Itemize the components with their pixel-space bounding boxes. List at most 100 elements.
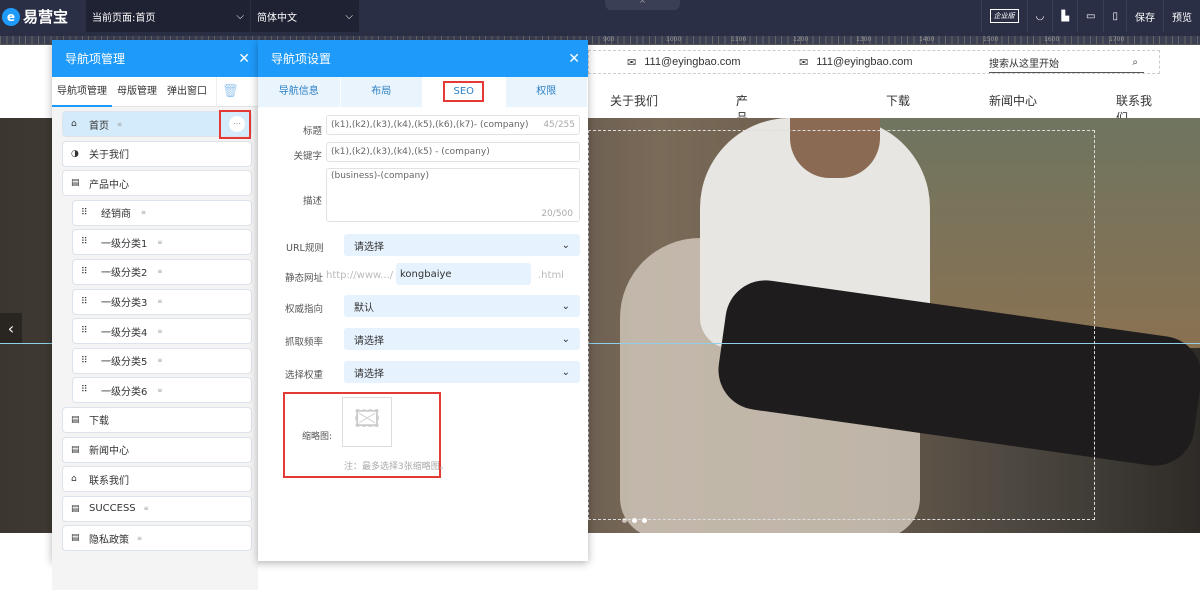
close-icon[interactable]: ✕ xyxy=(568,51,580,67)
url-rule-select[interactable]: 请选择 ⌄ xyxy=(344,234,580,256)
nav-list-item[interactable]: ▤ 产品中心 xyxy=(62,170,252,197)
nav-item-label: 一级分类4 xyxy=(101,327,148,339)
ruler-label: 1200 xyxy=(793,36,809,43)
nav-list-item[interactable]: ⠿ 一级分类4 ≡ xyxy=(72,318,252,345)
site-search-input[interactable]: 搜索从这里开始 ⌕ xyxy=(989,53,1144,73)
site-nav-item[interactable]: 下载 xyxy=(886,92,910,109)
edit-icon[interactable]: ≡ xyxy=(141,209,146,216)
edit-icon[interactable]: ≡ xyxy=(157,328,162,335)
page-icon: ⌂ xyxy=(71,474,77,485)
selection-outline xyxy=(588,130,1095,520)
trash-icon[interactable]: 🗑 xyxy=(216,76,244,107)
preview-button[interactable]: 预览 xyxy=(1163,0,1200,32)
nav-list-item[interactable]: ▤ 新闻中心 xyxy=(62,436,252,463)
static-url-label: 静态网址 xyxy=(285,273,324,284)
nav-item-label: 一级分类5 xyxy=(101,357,148,369)
nav-item-label: 关于我们 xyxy=(89,150,129,162)
description-label: 描述 xyxy=(302,196,322,207)
nav-list-item[interactable]: ⠿ 一级分类1 ≡ xyxy=(72,229,252,256)
edit-icon[interactable]: ≡ xyxy=(157,357,162,364)
eye-icon[interactable]: ◡ xyxy=(1026,0,1053,32)
email-contact[interactable]: ✉ 111@eyingbao.com xyxy=(799,56,913,69)
slide-dot[interactable] xyxy=(642,518,647,523)
nav-list-item[interactable]: ◑ 关于我们 xyxy=(62,140,252,167)
desktop-icon[interactable]: ▭ xyxy=(1077,0,1103,32)
tab-nav-info[interactable]: 导航信息 xyxy=(258,77,341,107)
weight-select[interactable]: 请选择 ⌄ xyxy=(344,361,580,383)
chevron-down-icon: ⌄ xyxy=(561,333,570,345)
seo-description-textarea[interactable]: (business)-(company) 20/500 xyxy=(326,168,580,222)
top-toolbar: e 易营宝 当前页面:首页 ⌵ 简体中文 ⌵ ^ 企业版 ◡ ▙ ▭ ▯ 保存 预览 xyxy=(0,0,1200,36)
nav-item-label: SUCCESS xyxy=(89,503,136,515)
nav-list-item[interactable]: ▤ 隐私政策 ≡ xyxy=(62,525,252,552)
nav-item-label: 联系我们 xyxy=(89,475,129,487)
nav-list-item[interactable]: ⠿ 一级分类5 ≡ xyxy=(72,347,252,374)
nav-list-item[interactable]: ⠿ 一级分类3 ≡ xyxy=(72,288,252,315)
canonical-label: 权威指向 xyxy=(285,304,324,315)
thumbnail-note: 注：最多选择3张缩略图。 xyxy=(344,462,449,472)
collapse-toggle[interactable]: ^ xyxy=(605,0,680,10)
grid-icon: ⠿ xyxy=(81,385,88,396)
edit-icon[interactable]: ≡ xyxy=(157,268,162,275)
align-icon[interactable]: ▙ xyxy=(1052,0,1077,32)
page-icon: ▤ xyxy=(71,178,80,189)
save-button[interactable]: 保存 xyxy=(1126,0,1163,32)
tab-popup[interactable]: 弹出窗口 xyxy=(162,77,212,107)
close-icon[interactable]: ✕ xyxy=(238,51,250,67)
page-icon: ◑ xyxy=(71,148,79,159)
url-rule-label: URL规则 xyxy=(286,243,324,254)
nav-list-item[interactable]: ⠿ 一级分类2 ≡ xyxy=(72,258,252,285)
email-contact[interactable]: ✉ 111@eyingbao.com xyxy=(627,56,741,69)
nav-item-label: 首页 xyxy=(89,120,109,132)
add-image-icon: 🖾 xyxy=(353,404,381,433)
tab-permissions[interactable]: 权限 xyxy=(506,77,588,107)
edit-icon[interactable]: ≡ xyxy=(137,535,142,542)
crawl-frequency-select[interactable]: 请选择 ⌄ xyxy=(344,328,580,350)
edit-icon[interactable]: ≡ xyxy=(157,298,162,305)
keywords-label: 关键字 xyxy=(293,151,322,162)
edit-icon[interactable]: ≡ xyxy=(144,505,149,512)
current-page-label: 当前页面:首页 xyxy=(92,12,156,24)
chevron-down-icon: ⌄ xyxy=(561,300,570,312)
slide-dot[interactable] xyxy=(632,518,637,523)
thumbnail-label: 缩略图: xyxy=(302,432,333,442)
static-url-input[interactable]: kongbaiye xyxy=(396,263,531,285)
ruler-label: 1000 xyxy=(666,36,682,43)
nav-item-label: 经销商 xyxy=(101,209,131,221)
ruler-label: 1700 xyxy=(1109,36,1125,43)
nav-list-item[interactable]: ▤ SUCCESS ≡ xyxy=(62,495,252,522)
current-page-select[interactable]: 当前页面:首页 ⌵ xyxy=(86,0,250,32)
seo-keywords-input[interactable]: (k1),(k2),(k3),(k4),(k5) - (company) xyxy=(326,142,580,162)
page-icon: ▤ xyxy=(71,533,80,544)
edit-icon[interactable]: ≡ xyxy=(157,239,162,246)
chevron-down-icon: ⌄ xyxy=(561,239,570,251)
language-select[interactable]: 简体中文 ⌵ xyxy=(251,0,359,32)
tab-master[interactable]: 母版管理 xyxy=(112,77,162,107)
slide-dot[interactable] xyxy=(622,518,627,523)
tab-nav-manage[interactable]: 导航项管理 xyxy=(52,77,112,107)
canonical-select[interactable]: 默认 ⌄ xyxy=(344,295,580,317)
edition-badge[interactable]: 企业版 xyxy=(980,0,1027,32)
site-nav-item[interactable]: 关于我们 xyxy=(610,92,658,109)
edit-icon[interactable]: ≡ xyxy=(117,121,122,128)
title-label: 标题 xyxy=(302,126,322,137)
chevron-down-icon: ⌵ xyxy=(736,92,744,103)
select-value: 默认 xyxy=(354,302,374,314)
language-label: 简体中文 xyxy=(257,12,297,24)
prev-slide-button[interactable]: ‹ xyxy=(0,313,22,343)
tab-seo-label: SEO xyxy=(443,81,485,102)
nav-list-item[interactable]: ⌂ 联系我们 xyxy=(62,466,252,493)
search-icon[interactable]: ⌕ xyxy=(1132,57,1138,68)
add-image-button[interactable]: 🖾 xyxy=(342,397,392,447)
mobile-icon[interactable]: ▯ xyxy=(1103,0,1126,32)
nav-list-item[interactable]: ▤ 下载 xyxy=(62,406,252,433)
site-nav-item[interactable]: 新闻中心 xyxy=(989,92,1037,109)
tab-seo[interactable]: SEO xyxy=(423,77,506,107)
nav-list-item[interactable]: ⠿ 一级分类6 ≡ xyxy=(72,377,252,404)
nav-list-item[interactable]: ⠿ 经销商 ≡ xyxy=(72,199,252,226)
tab-layout[interactable]: 布局 xyxy=(341,77,423,107)
edit-icon[interactable]: ≡ xyxy=(157,387,162,394)
seo-title-input[interactable]: (k1),(k2),(k3),(k4),(k5),(k6),(k7)- (com… xyxy=(326,115,580,135)
page-icon: ▤ xyxy=(71,414,80,425)
nav-item-label: 一级分类2 xyxy=(101,268,148,280)
